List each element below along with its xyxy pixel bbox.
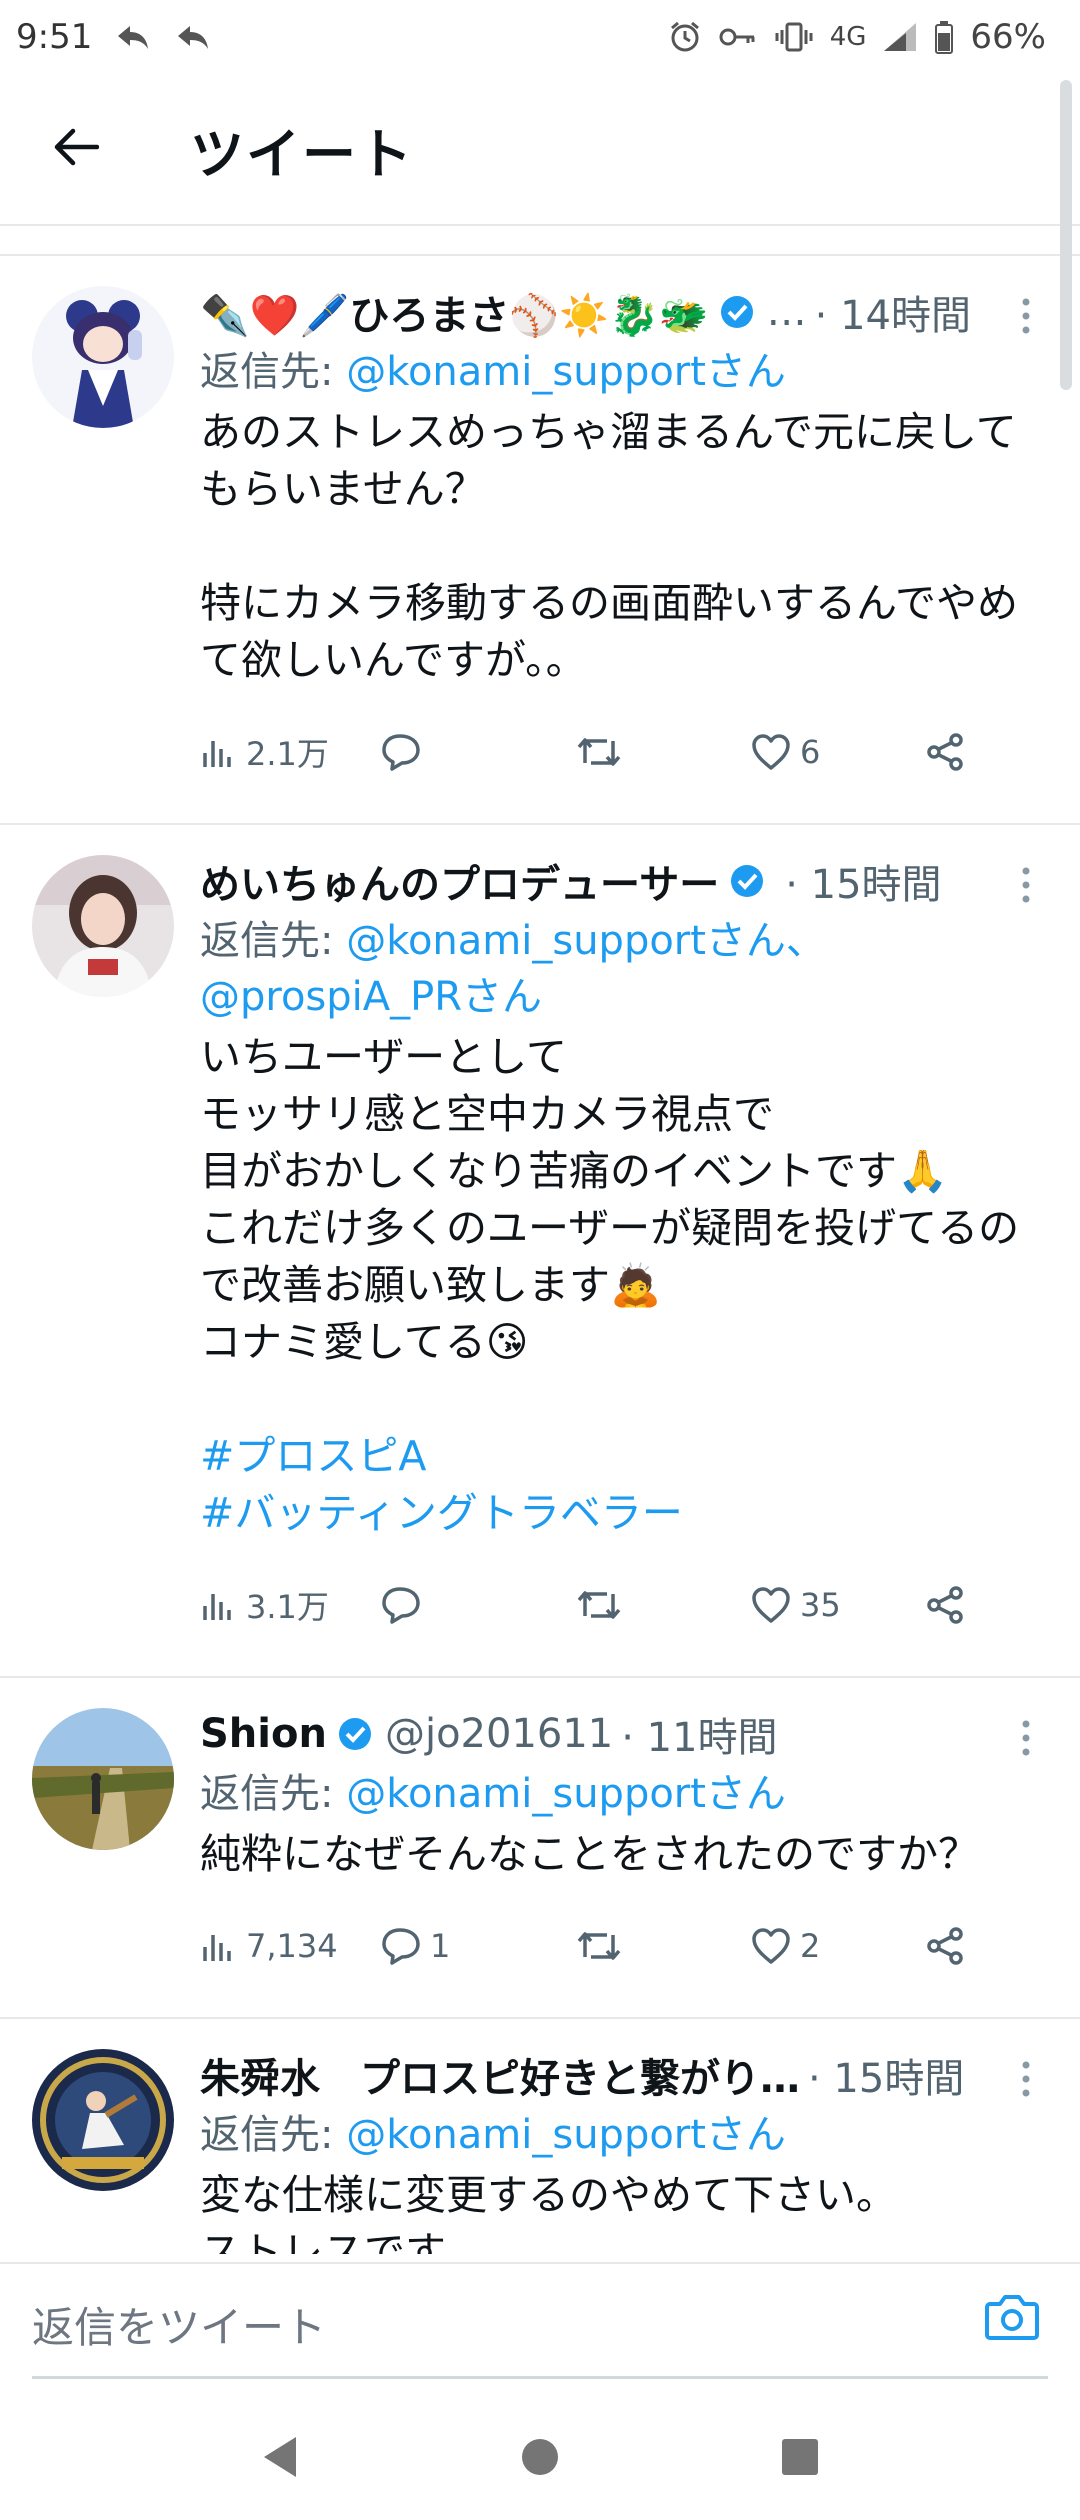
avatar[interactable] <box>32 855 174 997</box>
handle: @jo201611 <box>384 1711 614 1757</box>
recents-square-icon[interactable] <box>770 2427 830 2487</box>
tweet-actions: 7,134 1 2 <box>200 1901 1040 1991</box>
replying-to: 返信先: @konami_supportさん <box>200 1766 1040 1822</box>
system-nav-bar <box>0 2394 1080 2520</box>
battery-icon <box>934 20 954 54</box>
arrow-left-icon <box>51 127 100 171</box>
reply-feed[interactable]: ✒️❤️🖊️ひろまさ⚾️☀️🐉🐲 … · 14時間 返信先: @konami_s… <box>0 256 1080 2254</box>
views-count: 7,134 <box>246 1927 338 1965</box>
replying-to-label: 返信先: <box>200 2112 347 2158</box>
tweet-text: あのストレスめっちゃ溜まるんで元に戻してもらいません？ 特にカメラ移動するの画面… <box>200 408 1018 684</box>
verified-badge-icon <box>719 294 755 330</box>
tweet-item[interactable]: 朱舜水 プロスピ好きと繋がり… · 15時間 返信先: @konami_supp… <box>0 2019 1080 2254</box>
mention-link[interactable]: @konami_supportさん <box>346 349 786 395</box>
hashtags[interactable]: #プロスピA #バッティングトラベラー <box>200 1428 1040 1542</box>
avatar[interactable] <box>32 286 174 428</box>
alarm-icon <box>668 20 702 54</box>
tweet-actions: 2.1万 6 <box>200 707 1040 797</box>
retweet-button[interactable] <box>575 1586 750 1624</box>
timestamp: · 14時間 <box>814 293 971 339</box>
reply-arrow-icon <box>174 22 212 52</box>
reply-button[interactable] <box>380 1585 575 1625</box>
reply-bar: 返信をツイート <box>0 2262 1080 2394</box>
tweet-item[interactable]: ✒️❤️🖊️ひろまさ⚾️☀️🐉🐲 … · 14時間 返信先: @konami_s… <box>0 256 1080 825</box>
display-name[interactable]: 朱舜水 プロスピ好きと繋がり… <box>200 2046 800 2104</box>
replying-to: 返信先: @konami_supportさん、@prospiA_PRさん <box>200 913 1040 1025</box>
top-app-bar: ツイート <box>0 74 1080 226</box>
display-name[interactable]: めいちゅんのプロデューサー <box>200 852 719 910</box>
back-triangle-icon[interactable] <box>250 2427 310 2487</box>
views-button[interactable]: 7,134 <box>200 1927 380 1965</box>
handle: … <box>766 289 807 335</box>
more-options-icon[interactable] <box>1016 296 1036 336</box>
reply-button[interactable] <box>380 732 575 772</box>
views-count: 2.1万 <box>246 735 329 773</box>
more-options-icon[interactable] <box>1016 2059 1036 2099</box>
camera-icon[interactable] <box>984 2292 1040 2346</box>
views-count: 3.1万 <box>246 1588 329 1626</box>
verified-badge-icon <box>729 863 765 899</box>
tweet-item[interactable]: めいちゅんのプロデューサー · 15時間 返信先: @konami_suppor… <box>0 825 1080 1678</box>
share-button[interactable] <box>925 1926 965 1966</box>
display-name[interactable]: Shion <box>200 1711 327 1757</box>
timestamp: · 15時間 <box>785 862 942 908</box>
mention-link[interactable]: @konami_supportさん <box>346 1771 786 1817</box>
tweet-text: 変な仕様に変更するのやめて下さい。 ストレスです。 早急に今までの仕様に戻して下… <box>200 2171 897 2254</box>
network-type: 4G <box>829 22 867 52</box>
replying-to: 返信先: @konami_supportさん <box>200 344 1040 400</box>
more-options-icon[interactable] <box>1016 865 1036 905</box>
avatar[interactable] <box>32 1708 174 1850</box>
tweet-actions: 3.1万 35 <box>200 1560 1040 1650</box>
timestamp: · 11時間 <box>621 1715 778 1761</box>
verified-badge-icon <box>337 1716 373 1752</box>
reply-arrow-icon <box>114 22 152 52</box>
views-button[interactable]: 2.1万 <box>200 729 380 775</box>
replying-to-label: 返信先: <box>200 349 347 395</box>
like-count: 35 <box>800 1586 841 1624</box>
replying-to-label: 返信先: <box>200 1771 347 1817</box>
status-time: 9:51 <box>16 17 93 57</box>
home-circle-icon[interactable] <box>510 2427 570 2487</box>
signal-icon <box>882 21 918 53</box>
more-options-icon[interactable] <box>1016 1718 1036 1758</box>
input-underline <box>32 2376 1048 2379</box>
avatar[interactable] <box>32 2049 174 2191</box>
reply-button[interactable]: 1 <box>380 1926 575 1966</box>
tweet-item[interactable]: Shion @jo201611 · 11時間 返信先: @konami_supp… <box>0 1678 1080 2019</box>
battery-percent: 66% <box>970 17 1046 57</box>
status-bar: 9:51 4G 66% <box>0 0 1080 74</box>
like-button[interactable]: 6 <box>750 733 925 771</box>
retweet-button[interactable] <box>575 733 750 771</box>
like-button[interactable]: 35 <box>750 1586 925 1624</box>
replying-to-label: 返信先: <box>200 918 347 964</box>
replying-to: 返信先: @konami_supportさん <box>200 2107 1040 2163</box>
back-button[interactable] <box>0 73 150 225</box>
mention-link[interactable]: @konami_supportさん <box>346 2112 786 2158</box>
reply-input[interactable]: 返信をツイート <box>32 2294 326 2355</box>
views-button[interactable]: 3.1万 <box>200 1582 380 1628</box>
tweet-text: いちユーザーとして モッサリ感と空中カメラ視点で 目がおかしくなり苦痛のイベント… <box>200 1033 1020 1366</box>
like-button[interactable]: 2 <box>750 1927 925 1965</box>
key-icon <box>718 22 758 52</box>
display-name[interactable]: ✒️❤️🖊️ひろまさ⚾️☀️🐉🐲 <box>200 283 709 341</box>
vibrate-icon <box>774 20 814 54</box>
share-button[interactable] <box>925 732 965 772</box>
reply-count: 1 <box>430 1927 451 1965</box>
tweet-text: 純粋になぜそんなことをされたのですか？ <box>200 1830 979 1878</box>
like-count: 6 <box>800 733 821 771</box>
share-button[interactable] <box>925 1585 965 1625</box>
timestamp: · 15時間 <box>808 2056 965 2102</box>
like-count: 2 <box>800 1927 821 1965</box>
retweet-button[interactable] <box>575 1927 750 1965</box>
page-title: ツイート <box>190 122 414 186</box>
